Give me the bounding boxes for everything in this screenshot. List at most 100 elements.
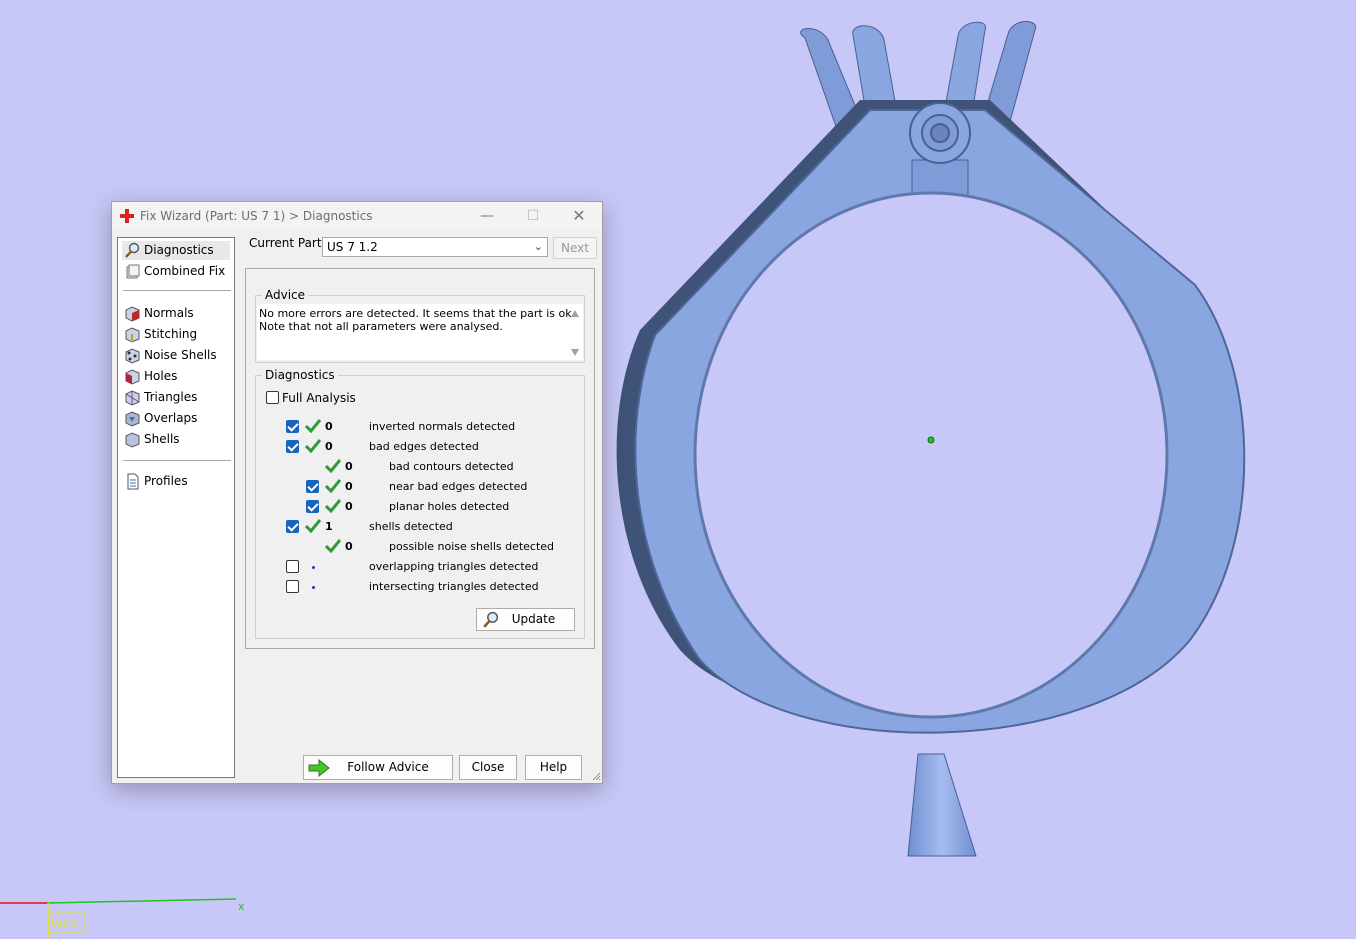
- shells-checkbox[interactable]: [286, 520, 299, 533]
- inverted-normals-checkbox[interactable]: [286, 420, 299, 433]
- check-mark-icon: [325, 459, 341, 473]
- bad-edges-count: 0: [325, 440, 333, 453]
- fix-wizard-dialog: Fix Wizard (Part: US 7 1) > Diagnostics …: [111, 201, 603, 784]
- update-button[interactable]: Update: [476, 608, 575, 631]
- overlapping-triangles-checkbox[interactable]: [286, 560, 299, 573]
- scroll-down-arrow-icon[interactable]: [571, 349, 579, 356]
- follow-advice-button[interactable]: Follow Advice: [303, 755, 453, 780]
- pending-dot-icon: [312, 566, 315, 569]
- overlaps-cube-icon: [125, 411, 140, 427]
- noise-shells-icon: [125, 348, 140, 364]
- triangles-cube-icon: [125, 390, 140, 406]
- planar-holes-label: planar holes detected: [389, 500, 510, 513]
- diagnostics-group: Diagnostics Full Analysis 0 inverted nor…: [255, 368, 585, 639]
- near-bad-edges-label: near bad edges detected: [389, 480, 528, 493]
- pending-dot-icon: [312, 586, 315, 589]
- check-mark-icon: [305, 419, 321, 433]
- wizard-nav: Diagnostics Combined Fix Normals Stitchi…: [117, 237, 235, 778]
- follow-advice-label: Follow Advice: [347, 760, 429, 774]
- nav-item-label: Stitching: [144, 327, 198, 341]
- advice-line-1: No more errors are detected. It seems th…: [259, 307, 576, 320]
- bad-contours-label: bad contours detected: [389, 460, 514, 473]
- inverted-normals-label: inverted normals detected: [369, 420, 516, 433]
- shells-label: shells detected: [369, 520, 453, 533]
- minimize-button[interactable]: —: [464, 202, 510, 230]
- check-mark-icon: [325, 539, 341, 553]
- check-mark-icon: [325, 479, 341, 493]
- nav-separator: [123, 290, 231, 291]
- next-button[interactable]: Next: [553, 237, 597, 259]
- full-analysis-checkbox[interactable]: [266, 391, 279, 404]
- bad-contours-count: 0: [345, 460, 353, 473]
- advice-group: Advice No more errors are detected. It s…: [255, 288, 585, 363]
- title-bar[interactable]: Fix Wizard (Part: US 7 1) > Diagnostics …: [112, 202, 602, 230]
- profiles-document-icon: [127, 473, 139, 490]
- nav-item-stitching[interactable]: Stitching: [122, 325, 230, 344]
- diagnostics-title: Diagnostics: [262, 368, 338, 382]
- ring-model[interactable]: [616, 21, 1246, 857]
- holes-cube-icon: [125, 369, 140, 385]
- close-window-button[interactable]: ✕: [556, 202, 602, 230]
- bad-edges-label: bad edges detected: [369, 440, 479, 453]
- advice-text-box[interactable]: No more errors are detected. It seems th…: [257, 304, 583, 360]
- axis-x-label: x: [238, 900, 245, 913]
- check-mark-icon: [305, 519, 321, 533]
- advice-line-2: Note that not all parameters were analys…: [259, 320, 503, 333]
- near-bad-edges-checkbox[interactable]: [306, 480, 319, 493]
- near-bad-edges-count: 0: [345, 480, 353, 493]
- nav-item-label: Noise Shells: [144, 348, 217, 362]
- inverted-normals-count: 0: [325, 420, 333, 433]
- nav-item-label: Overlaps: [144, 411, 198, 425]
- nav-item-shells[interactable]: Shells: [122, 430, 230, 449]
- planar-holes-checkbox[interactable]: [306, 500, 319, 513]
- resize-grip-icon[interactable]: [592, 772, 601, 781]
- shells-cube-icon: [125, 432, 140, 448]
- bad-edges-checkbox[interactable]: [286, 440, 299, 453]
- nav-item-combined-fix[interactable]: Combined Fix: [122, 262, 230, 281]
- nav-item-label: Normals: [144, 306, 194, 320]
- check-mark-icon: [325, 499, 341, 513]
- nav-item-profiles[interactable]: Profiles: [122, 472, 230, 491]
- scroll-up-arrow-icon[interactable]: [571, 310, 579, 317]
- magnifier-icon: [125, 242, 140, 258]
- advice-title: Advice: [262, 288, 309, 302]
- noise-shells-label: possible noise shells detected: [389, 540, 555, 553]
- normals-cube-icon: [125, 306, 140, 322]
- nav-item-holes[interactable]: Holes: [122, 367, 230, 386]
- current-part-label: Current Part:: [249, 236, 326, 250]
- overlapping-triangles-label: overlapping triangles detected: [369, 560, 539, 573]
- chevron-down-icon: ⌄: [533, 240, 543, 253]
- wcs-axes: x WCS: [0, 898, 245, 939]
- close-button[interactable]: Close: [459, 755, 517, 780]
- nav-item-triangles[interactable]: Triangles: [122, 388, 230, 407]
- diagnostics-panel: Advice No more errors are detected. It s…: [245, 268, 595, 649]
- magnifier-icon: [483, 611, 499, 628]
- nav-separator: [123, 460, 231, 461]
- nav-item-label: Combined Fix: [144, 264, 226, 278]
- combined-fix-icon: [126, 264, 140, 279]
- wcs-label: WCS: [51, 917, 79, 931]
- maximize-button[interactable]: ☐: [510, 202, 556, 230]
- nav-item-normals[interactable]: Normals: [122, 304, 230, 323]
- shells-count: 1: [325, 520, 333, 533]
- intersecting-triangles-checkbox[interactable]: [286, 580, 299, 593]
- nav-item-label: Triangles: [144, 390, 198, 404]
- stitching-cube-icon: [125, 327, 140, 343]
- nav-item-overlaps[interactable]: Overlaps: [122, 409, 230, 428]
- nav-item-diagnostics[interactable]: Diagnostics: [122, 241, 230, 260]
- nav-item-label: Profiles: [144, 474, 188, 488]
- help-button[interactable]: Help: [525, 755, 582, 780]
- nav-item-label: Holes: [144, 369, 178, 383]
- update-label: Update: [511, 612, 556, 626]
- green-arrow-right-icon: [308, 759, 330, 777]
- full-analysis-label: Full Analysis: [282, 391, 356, 405]
- nav-item-noise-shells[interactable]: Noise Shells: [122, 346, 230, 365]
- nav-item-label: Diagnostics: [144, 243, 214, 257]
- planar-holes-count: 0: [345, 500, 353, 513]
- intersecting-triangles-label: intersecting triangles detected: [369, 580, 539, 593]
- check-mark-icon: [305, 439, 321, 453]
- current-part-value: US 7 1.2: [327, 240, 378, 254]
- red-cross-icon: [120, 209, 134, 223]
- current-part-select[interactable]: US 7 1.2 ⌄: [322, 237, 548, 257]
- nav-item-label: Shells: [144, 432, 180, 446]
